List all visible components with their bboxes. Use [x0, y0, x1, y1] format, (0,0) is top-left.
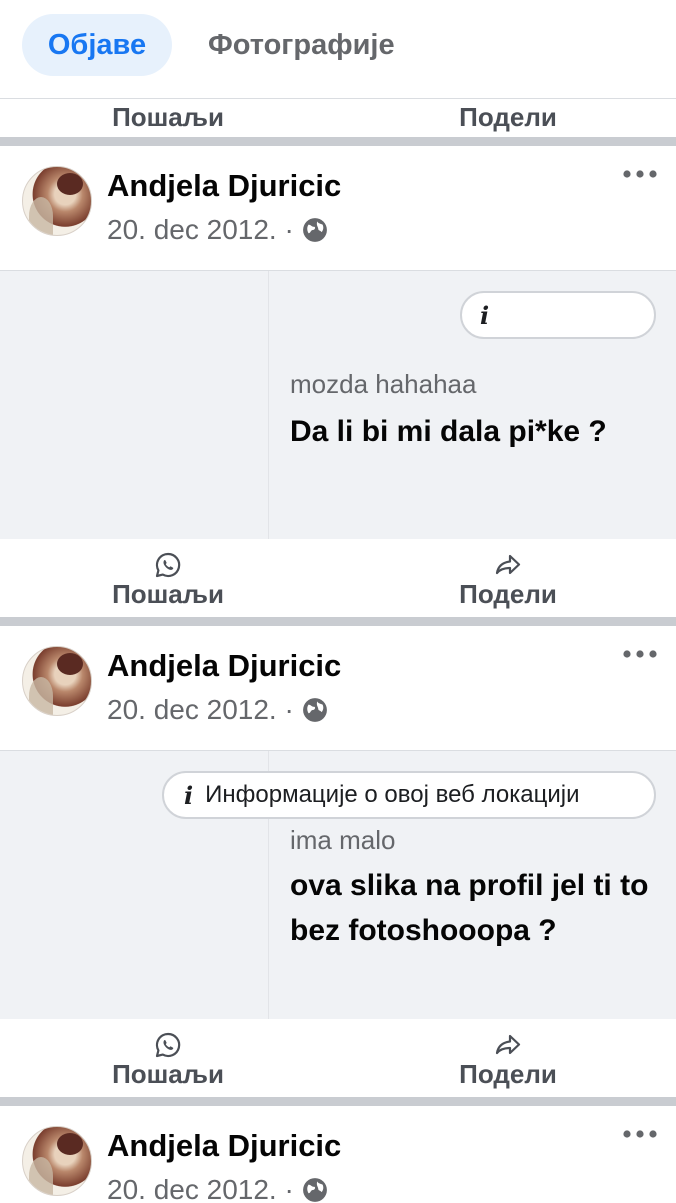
tab-photos[interactable]: Фотографије: [208, 14, 395, 76]
post-1-header: Andjela Djuricic 20. dec 2012. ·: [0, 146, 676, 268]
post-1-content: i mozda hahahaa Da li bi mi dala pi*ke ?: [0, 271, 676, 539]
author-name[interactable]: Andjela Djuricic: [107, 648, 341, 684]
globe-icon: [302, 218, 327, 242]
globe-icon: [302, 698, 327, 722]
more-dots-icon[interactable]: [622, 1126, 658, 1142]
send-button[interactable]: Пошаљи: [68, 551, 268, 609]
info-pill-label: Информације о овој веб локацији: [205, 781, 580, 808]
content-divider: [268, 271, 269, 539]
post-separator: [0, 617, 676, 626]
share-arrow-icon: [495, 554, 521, 575]
post-meta: 20. dec 2012. ·: [107, 694, 328, 726]
send-label: Пошаљи: [112, 579, 224, 609]
post-2-content: i Информације о овој веб локацији ima ma…: [0, 751, 676, 1019]
reply-text: mozda hahahaa: [290, 369, 477, 399]
share-button[interactable]: Подели: [408, 1031, 608, 1089]
post-date[interactable]: 20. dec 2012. ·: [107, 1174, 294, 1203]
info-pill[interactable]: i: [460, 291, 656, 339]
send-label: Пошаљи: [112, 1059, 224, 1089]
post-meta: 20. dec 2012. ·: [107, 1174, 328, 1203]
send-label: Пошаљи: [112, 102, 224, 132]
question-text: Da li bi mi dala pi*ke ?: [290, 415, 607, 448]
avatar[interactable]: [22, 166, 92, 236]
question-text: ova slika na profil jel ti to bez fotosh…: [290, 869, 649, 947]
post-0-actions: Пошаљи Подели: [0, 99, 676, 137]
post-meta: 20. dec 2012. ·: [107, 214, 328, 246]
share-button[interactable]: Подели: [408, 551, 608, 609]
whatsapp-icon: [155, 1032, 181, 1058]
profile-tabs: Објаве Фотографије: [0, 0, 676, 98]
post-date[interactable]: 20. dec 2012. ·: [107, 694, 294, 726]
post-1-actions: Пошаљи Подели: [0, 539, 676, 617]
post-separator: [0, 1097, 676, 1106]
avatar[interactable]: [22, 1126, 92, 1196]
globe-icon: [302, 1178, 327, 1202]
author-name[interactable]: Andjela Djuricic: [107, 1128, 341, 1164]
more-dots-icon[interactable]: [622, 166, 658, 182]
post-2-header: Andjela Djuricic 20. dec 2012. ·: [0, 626, 676, 748]
send-button[interactable]: Пошаљи: [68, 102, 268, 132]
post-date[interactable]: 20. dec 2012. ·: [107, 214, 294, 246]
info-pill[interactable]: i Информације о овој веб локацији: [162, 771, 656, 819]
info-icon: i: [480, 300, 490, 330]
share-label: Подели: [459, 579, 557, 609]
post-3-header: Andjela Djuricic 20. dec 2012. ·: [0, 1106, 676, 1203]
more-dots-icon[interactable]: [622, 646, 658, 662]
share-button[interactable]: Подели: [408, 102, 608, 132]
reply-text: ima malo: [290, 825, 396, 855]
share-label: Подели: [459, 1059, 557, 1089]
share-arrow-icon: [495, 1034, 521, 1055]
avatar[interactable]: [22, 646, 92, 716]
send-button[interactable]: Пошаљи: [68, 1031, 268, 1089]
share-label: Подели: [459, 102, 557, 132]
author-name[interactable]: Andjela Djuricic: [107, 168, 341, 204]
info-icon: i: [184, 780, 194, 810]
post-2-actions: Пошаљи Подели: [0, 1019, 676, 1097]
tab-posts[interactable]: Објаве: [22, 14, 172, 76]
whatsapp-icon: [155, 552, 181, 578]
post-separator: [0, 137, 676, 146]
profile-feed: Објаве Фотографије Пошаљи Подели Andjela…: [0, 0, 676, 1203]
